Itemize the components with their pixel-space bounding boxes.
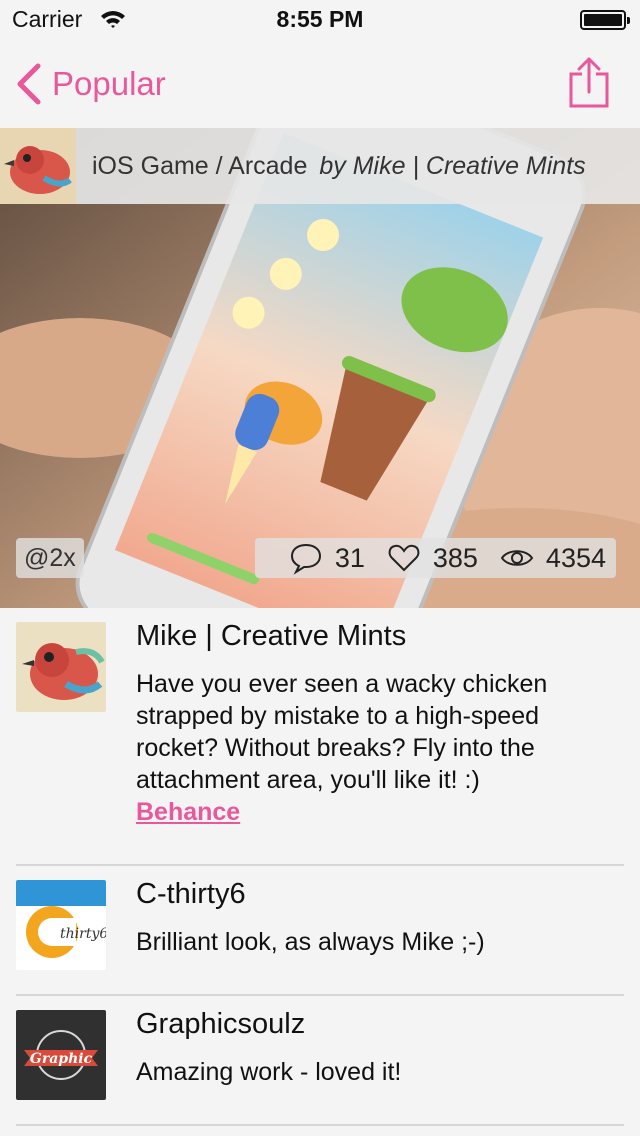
divider (16, 994, 624, 996)
divider (16, 864, 624, 866)
author-thumbnail[interactable] (0, 128, 76, 204)
back-button-label: Popular (52, 65, 166, 102)
comment-text: Brilliant look, as always Mike ;-) (136, 928, 485, 956)
shot-category: iOS Game / Arcade (92, 151, 308, 180)
chevron-left-icon (17, 63, 41, 105)
battery-icon (580, 10, 630, 30)
comments-count: 31 (334, 542, 365, 573)
avatar[interactable]: thirty6 (16, 880, 106, 970)
comment-author[interactable]: C-thirty6 (136, 878, 246, 911)
likes-count: 385 (432, 542, 478, 573)
behance-link[interactable]: Behance (136, 798, 240, 826)
shot-author[interactable]: by Mike | Creative Mints (319, 152, 585, 180)
status-bar: Carrier 8:55 PM (0, 0, 640, 40)
shot-info-bar: iOS Game / Arcade by Mike | Creative Mint… (0, 128, 640, 204)
heart-icon[interactable] (387, 541, 421, 575)
views-count: 4354 (545, 542, 606, 573)
clock: 8:55 PM (276, 6, 364, 32)
comment-icon (290, 543, 321, 575)
resolution-badge: @2x (16, 538, 84, 578)
navigation-bar: Popular (0, 40, 640, 128)
comment-author[interactable]: Graphicsoulz (136, 1008, 305, 1041)
comment-author[interactable]: Mike | Creative Mints (136, 620, 406, 653)
avatar[interactable] (16, 622, 106, 712)
shot-stats: 31 385 4354 (254, 538, 616, 578)
eye-icon (500, 550, 534, 566)
back-button[interactable]: Popular (14, 62, 166, 106)
share-icon[interactable] (568, 56, 610, 108)
svg-text:Graphic: Graphic (30, 1051, 93, 1067)
comment-text: Have you ever seen a wacky chicken strap… (136, 670, 548, 826)
avatar[interactable]: Graphic (16, 1010, 106, 1100)
svg-text:thirty6: thirty6 (60, 926, 106, 942)
shot-image[interactable]: iOS Game / Arcade by Mike | Creative Mint… (0, 128, 640, 608)
divider (16, 1124, 624, 1126)
comment-text: Amazing work - loved it! (136, 1058, 402, 1086)
